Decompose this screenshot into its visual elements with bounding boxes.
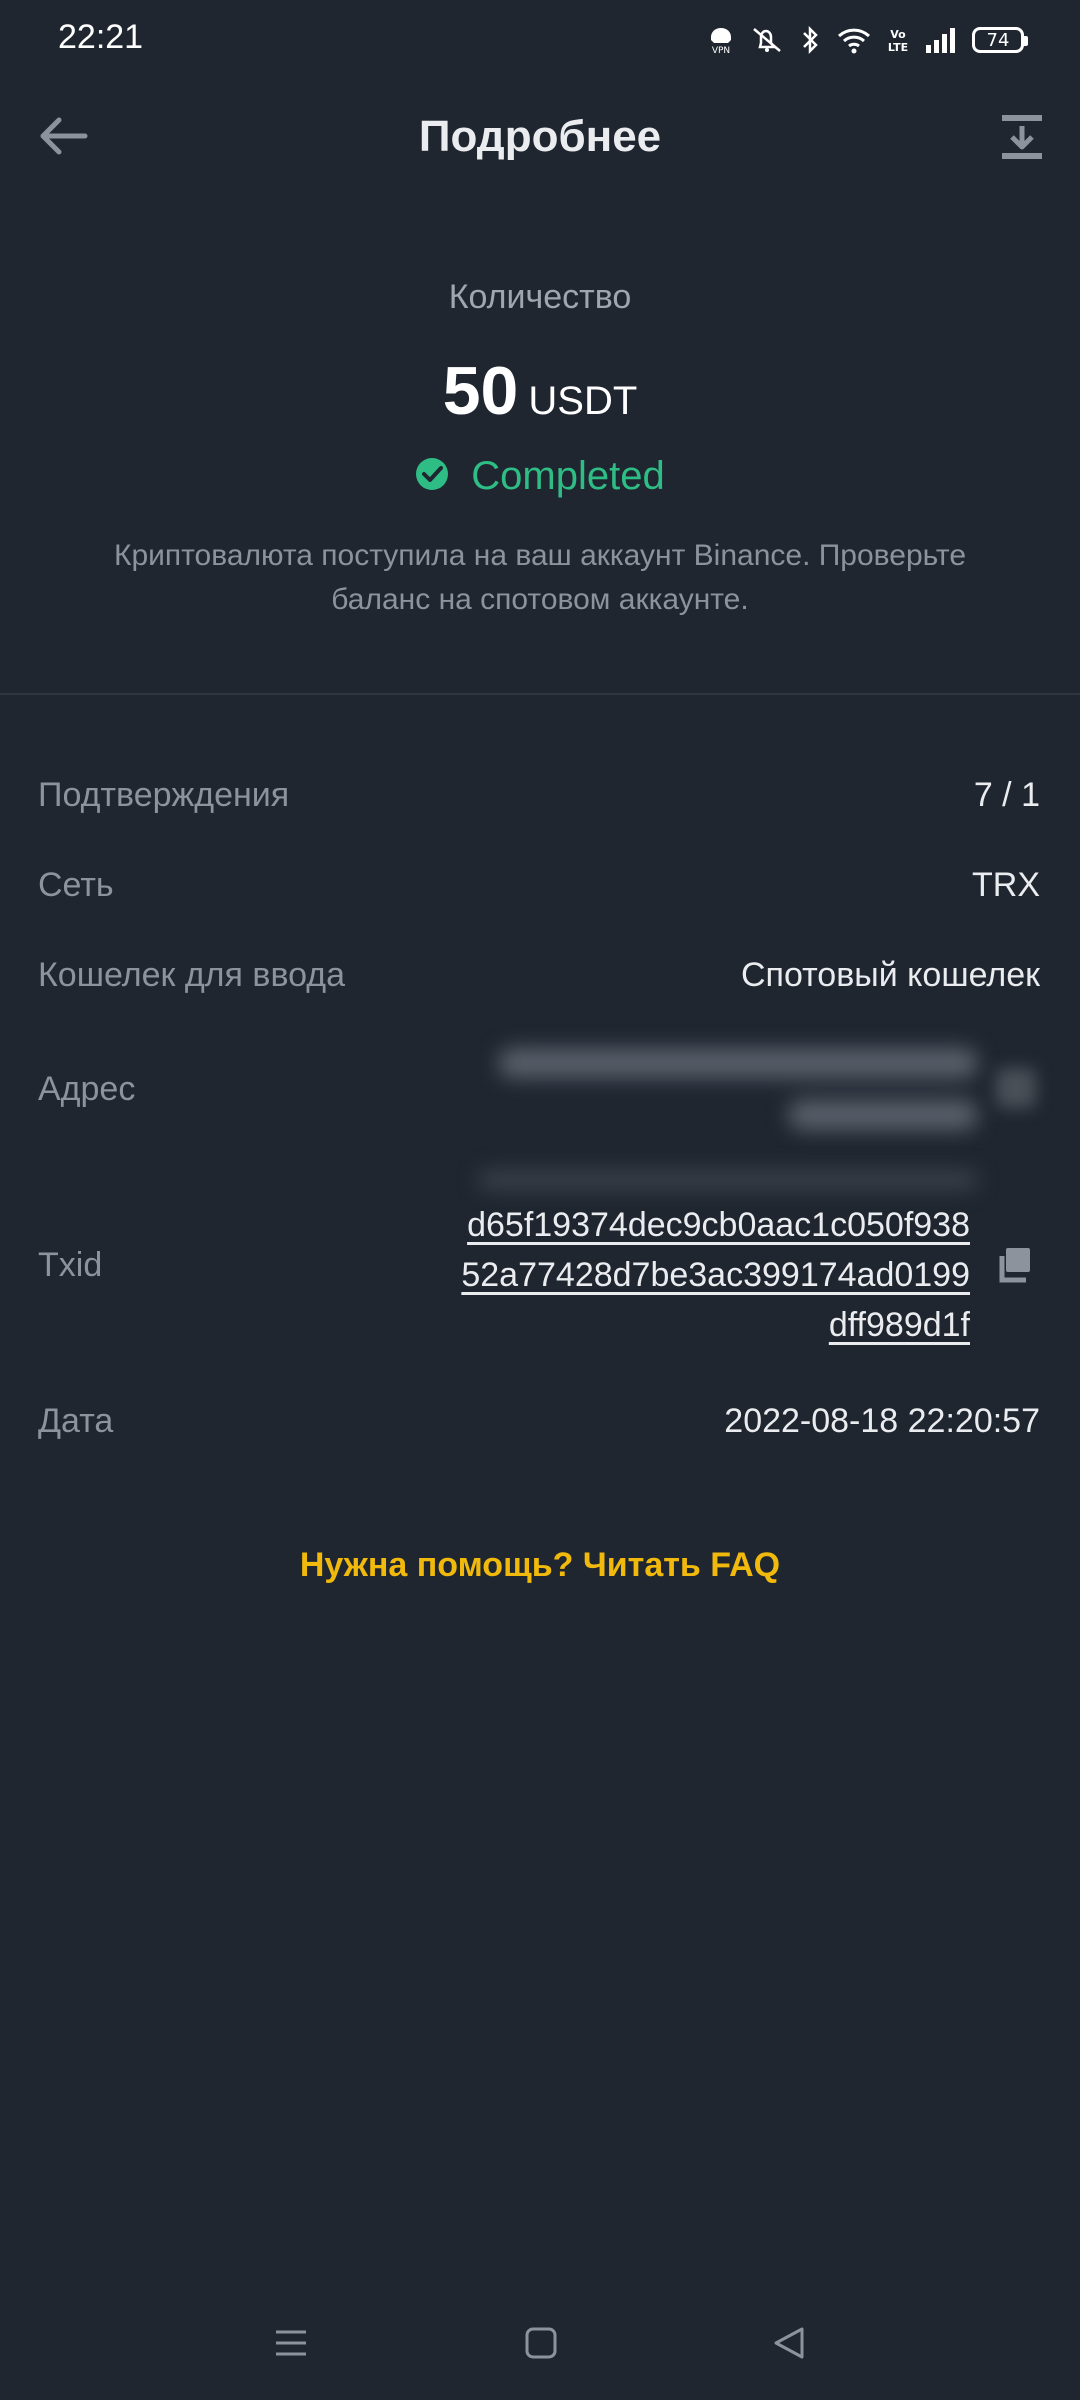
share-button[interactable] [992,108,1052,170]
svg-text:LTE: LTE [888,41,908,54]
nav-back-button[interactable] [770,2324,808,2362]
vpn-icon: VPN [706,25,736,55]
date-value: 2022-08-18 22:20:57 [724,1402,1040,1440]
wallet-value: Спотовый кошелек [740,956,1040,994]
copy-icon [994,1248,1034,1288]
faq-link[interactable]: Нужна помощь? Читать FAQ [0,1546,1080,1585]
volte-icon: Vo LTE [886,25,910,55]
txid-link[interactable]: d65f19374dec9cb0aac1c050f93852a77428d7be… [450,1200,970,1350]
home-icon [522,2327,560,2366]
battery-icon: 74 [972,27,1028,53]
status-description: Криптовалюта поступила на ваш аккаунт Bi… [113,539,967,616]
svg-text:VPN: VPN [712,46,730,55]
menu-icon [272,2330,310,2366]
txid-copy-button[interactable] [994,1244,1034,1284]
download-share-icon [999,112,1045,167]
svg-text:Vo: Vo [890,28,906,41]
date-label: Дата [38,1402,114,1440]
confirmations-value: 7 / 1 [973,776,1040,814]
nav-menu-button[interactable] [272,2324,310,2362]
status-icons: VPN Vo LTE 74 [706,22,1028,58]
address-copy-button[interactable] [996,1068,1036,1108]
wallet-label: Кошелек для ввода [38,956,346,994]
page-title: Подробнее [418,112,662,161]
txid-label: Txid [38,1246,103,1284]
bluetooth-icon [798,25,822,55]
status-time: 22:21 [58,18,144,56]
nav-home-button[interactable] [522,2324,560,2362]
status-text: Completed [471,454,665,498]
check-circle-icon [415,457,449,496]
address-value-redacted [488,1038,978,1146]
signal-icon [924,25,958,55]
amount: 50 USDT [0,352,1080,430]
address-label: Адрес [38,1070,136,1108]
status-badge: Completed [0,454,1080,499]
mute-icon [750,25,784,55]
amount-value: 50 [442,353,519,429]
txid-redacted-overlap [478,1170,978,1190]
network-value: TRX [972,866,1040,904]
divider [0,693,1080,695]
confirmations-label: Подтверждения [38,776,290,814]
network-label: Сеть [38,866,114,904]
amount-unit: USDT [528,379,638,423]
quantity-label: Количество [448,278,632,316]
wifi-icon [836,25,872,55]
back-triangle-icon [770,2327,808,2366]
